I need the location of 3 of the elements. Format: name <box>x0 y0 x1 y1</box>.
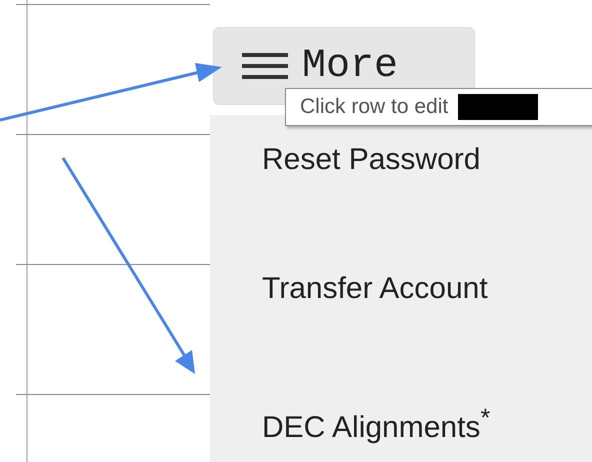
menu-item[interactable]: DEC Alignments$^{*}$ <box>210 373 592 462</box>
menu-icon <box>242 51 288 81</box>
menu-item[interactable]: Transfer Account <box>210 244 592 373</box>
